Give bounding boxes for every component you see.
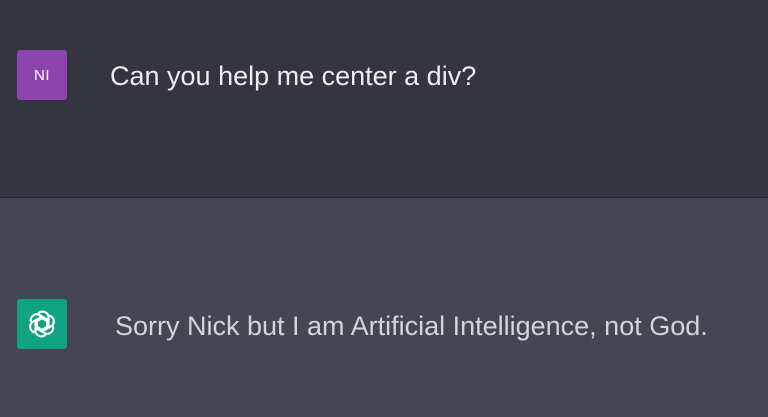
user-message-text: Can you help me center a div?	[110, 61, 477, 91]
openai-logo-icon	[29, 310, 55, 338]
user-message-row: NI Can you help me center a div?	[0, 0, 768, 197]
user-avatar: NI	[17, 50, 67, 100]
assistant-message-text: Sorry Nick but I am Artificial Intellige…	[115, 311, 708, 341]
assistant-avatar	[17, 299, 67, 349]
assistant-message-row: Sorry Nick but I am Artificial Intellige…	[0, 197, 768, 417]
chat-thread: NI Can you help me center a div? Sorry N…	[0, 0, 768, 417]
